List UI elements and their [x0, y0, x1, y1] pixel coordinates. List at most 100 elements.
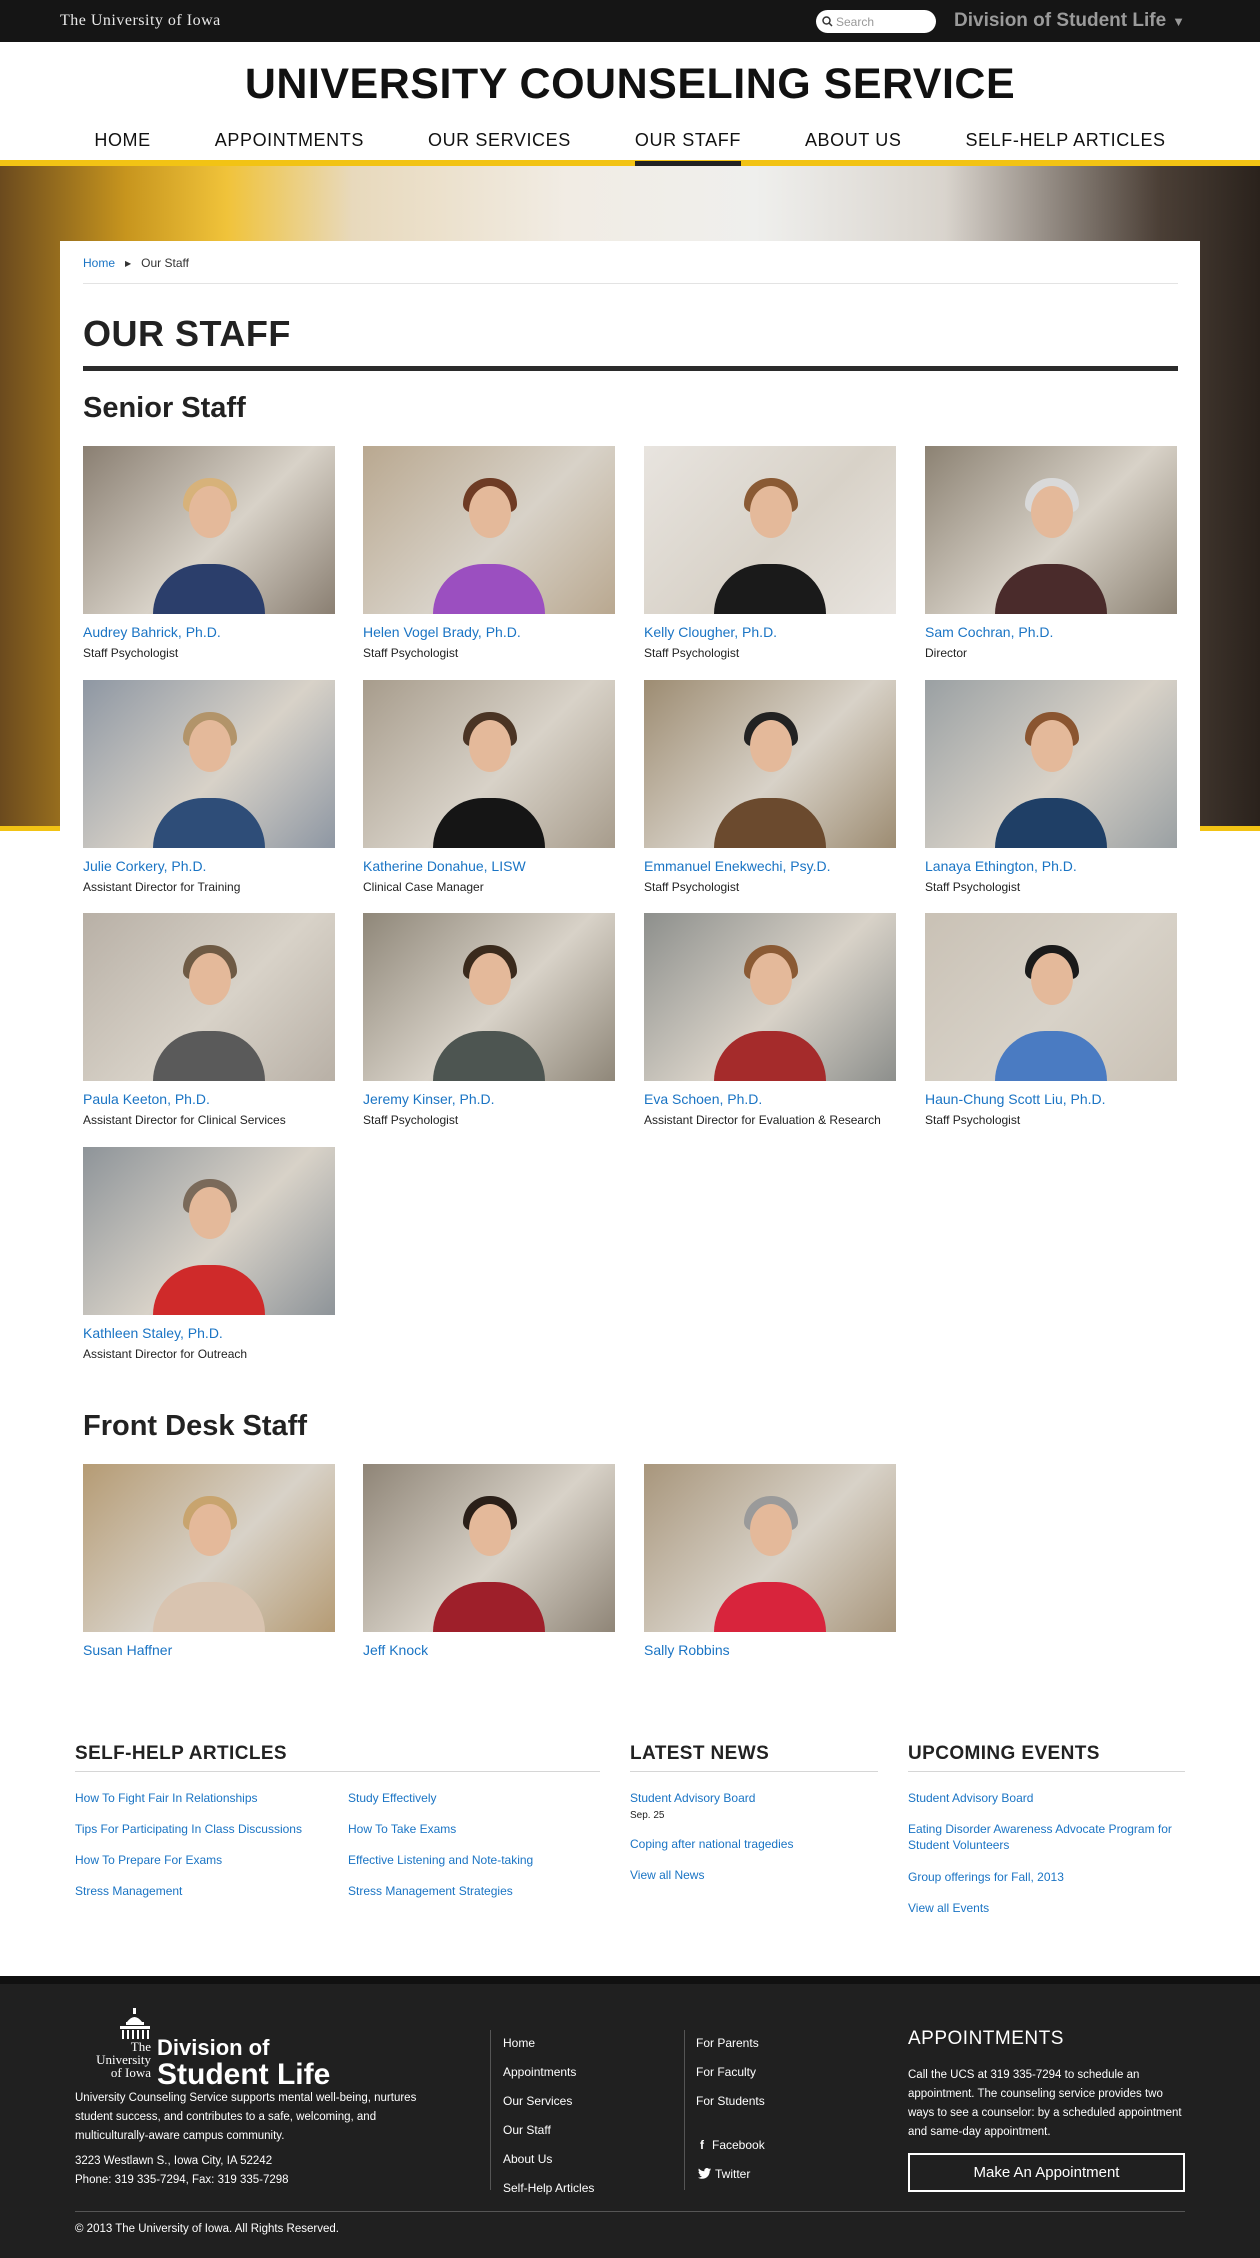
footer-nav-link[interactable]: Appointments: [503, 2065, 576, 2079]
staff-name-link[interactable]: Emmanuel Enekwechi, Psy.D.: [644, 858, 896, 874]
news-link-coping[interactable]: Coping after national tragedies: [630, 1836, 793, 1852]
news-link-advisory-board[interactable]: Student Advisory Board: [630, 1790, 755, 1806]
staff-photo[interactable]: [925, 680, 1177, 848]
self-help-article-link[interactable]: Effective Listening and Note-taking: [348, 1852, 533, 1868]
staff-photo[interactable]: [83, 446, 335, 614]
staff-card: Audrey Bahrick, Ph.D. Staff Psychologist: [83, 446, 335, 660]
staff-photo[interactable]: [363, 1464, 615, 1632]
footer-uiowa-logo[interactable]: The University of Iowa: [75, 2040, 151, 2079]
breadcrumb-home-link[interactable]: Home: [83, 256, 115, 270]
photo-face-shape: [469, 720, 511, 772]
front-desk-heading: Front Desk Staff: [83, 1410, 307, 1442]
photo-face-shape: [750, 953, 792, 1005]
staff-photo[interactable]: [644, 680, 896, 848]
footer-nav-link[interactable]: About Us: [503, 2152, 552, 2166]
staff-role: Staff Psychologist: [363, 646, 459, 660]
footer-audience-link[interactable]: For Parents: [696, 2036, 759, 2050]
view-all-events-link[interactable]: View all Events: [908, 1900, 989, 1916]
staff-photo[interactable]: [83, 680, 335, 848]
logo-of-iowa-text: of Iowa: [110, 2065, 151, 2080]
staff-name-link[interactable]: Audrey Bahrick, Ph.D.: [83, 624, 335, 640]
senior-staff-heading: Senior Staff: [83, 392, 246, 424]
staff-photo[interactable]: [925, 913, 1177, 1081]
self-help-article-link[interactable]: How To Prepare For Exams: [75, 1852, 222, 1868]
staff-role: Staff Psychologist: [83, 646, 179, 660]
footer-nav-link[interactable]: Our Staff: [503, 2123, 551, 2137]
staff-photo[interactable]: [83, 1464, 335, 1632]
footer-nav-link[interactable]: Self-Help Articles: [503, 2181, 594, 2195]
breadcrumb-arrow-icon: ▶: [125, 258, 132, 268]
view-all-news-link[interactable]: View all News: [630, 1867, 704, 1883]
copyright: © 2013 The University of Iowa. All Right…: [75, 2223, 339, 2235]
staff-card: Sam Cochran, Ph.D. Director: [925, 446, 1177, 660]
staff-photo[interactable]: [83, 913, 335, 1081]
self-help-article-link[interactable]: Study Effectively: [348, 1790, 437, 1806]
staff-photo[interactable]: [644, 446, 896, 614]
staff-photo[interactable]: [363, 680, 615, 848]
twitter-link[interactable]: Twitter: [698, 2167, 750, 2181]
caret-down-icon: ▼: [1172, 14, 1186, 29]
self-help-heading: SELF-HELP ARTICLES: [75, 1743, 287, 1764]
staff-name-link[interactable]: Paula Keeton, Ph.D.: [83, 1091, 335, 1107]
staff-card: Jeremy Kinser, Ph.D. Staff Psychologist: [363, 913, 615, 1127]
nav-item-our-staff[interactable]: OUR STAFF: [634, 122, 741, 166]
staff-name-link[interactable]: Eva Schoen, Ph.D.: [644, 1091, 896, 1107]
staff-name-link[interactable]: Kelly Clougher, Ph.D.: [644, 624, 896, 640]
nav-item-home[interactable]: HOME: [94, 122, 150, 166]
logo-division-of: Division of: [157, 2035, 270, 2060]
staff-name-link[interactable]: Haun-Chung Scott Liu, Ph.D.: [925, 1091, 1177, 1107]
nav-item-self-help-articles[interactable]: SELF-HELP ARTICLES: [965, 122, 1165, 166]
staff-card: Helen Vogel Brady, Ph.D. Staff Psychologi…: [363, 446, 615, 660]
staff-card: Julie Corkery, Ph.D. Assistant Director f…: [83, 680, 335, 894]
footer-nav-link[interactable]: Our Services: [503, 2094, 572, 2108]
search-input[interactable]: [836, 14, 931, 29]
search-box[interactable]: [816, 10, 936, 33]
footer-division-logo[interactable]: Division of Student Life: [157, 2036, 330, 2090]
event-link-eating-disorder[interactable]: Eating Disorder Awareness Advocate Progr…: [908, 1821, 1185, 1853]
footer-audience-link[interactable]: For Students: [696, 2094, 765, 2108]
self-help-article-link[interactable]: Tips For Participating In Class Discussi…: [75, 1821, 302, 1837]
staff-name-link[interactable]: Sally Robbins: [644, 1642, 896, 1658]
photo-face-shape: [189, 953, 231, 1005]
staff-name-link[interactable]: Jeff Knock: [363, 1642, 615, 1658]
footer-audience-link[interactable]: For Faculty: [696, 2065, 756, 2079]
staff-card: Jeff Knock: [363, 1464, 615, 1658]
photo-body-shape: [433, 1582, 545, 1632]
photo-face-shape: [750, 720, 792, 772]
staff-name-link[interactable]: Kathleen Staley, Ph.D.: [83, 1325, 335, 1341]
university-wordmark[interactable]: The University of Iowa: [60, 12, 221, 30]
staff-name-link[interactable]: Susan Haffner: [83, 1642, 335, 1658]
twitter-icon: [698, 2168, 711, 2179]
staff-name-link[interactable]: Katherine Donahue, LISW: [363, 858, 615, 874]
self-help-article-link[interactable]: Stress Management Strategies: [348, 1883, 513, 1899]
staff-photo[interactable]: [644, 1464, 896, 1632]
staff-name-link[interactable]: Jeremy Kinser, Ph.D.: [363, 1091, 615, 1107]
photo-body-shape: [153, 1265, 265, 1315]
staff-name-link[interactable]: Julie Corkery, Ph.D.: [83, 858, 335, 874]
photo-body-shape: [153, 564, 265, 614]
staff-name-link[interactable]: Helen Vogel Brady, Ph.D.: [363, 624, 615, 640]
event-link-advisory-board[interactable]: Student Advisory Board: [908, 1790, 1033, 1806]
site-title[interactable]: UNIVERSITY COUNSELING SERVICE: [0, 60, 1260, 109]
staff-photo[interactable]: [363, 913, 615, 1081]
staff-name-link[interactable]: Sam Cochran, Ph.D.: [925, 624, 1177, 640]
latest-news-rule: [630, 1771, 878, 1772]
footer-nav-link[interactable]: Home: [503, 2036, 535, 2050]
division-menu[interactable]: Division of Student Life ▼: [954, 10, 1185, 32]
make-appointment-button[interactable]: Make An Appointment: [908, 2153, 1185, 2192]
staff-photo[interactable]: [83, 1147, 335, 1315]
staff-photo[interactable]: [363, 446, 615, 614]
event-link-group-offerings[interactable]: Group offerings for Fall, 2013: [908, 1869, 1064, 1885]
self-help-article-link[interactable]: Stress Management: [75, 1883, 182, 1899]
staff-name-link[interactable]: Lanaya Ethington, Ph.D.: [925, 858, 1177, 874]
self-help-article-link[interactable]: How To Fight Fair In Relationships: [75, 1790, 258, 1806]
self-help-article-link[interactable]: How To Take Exams: [348, 1821, 456, 1837]
staff-photo[interactable]: [925, 446, 1177, 614]
facebook-link[interactable]: f Facebook: [700, 2138, 765, 2152]
nav-item-appointments[interactable]: APPOINTMENTS: [215, 122, 364, 166]
footer-address: 3223 Westlawn S., Iowa City, IA 52242: [75, 2155, 273, 2167]
nav-item-about-us[interactable]: ABOUT US: [805, 122, 902, 166]
photo-face-shape: [189, 720, 231, 772]
staff-photo[interactable]: [644, 913, 896, 1081]
nav-item-our-services[interactable]: OUR SERVICES: [428, 122, 571, 166]
